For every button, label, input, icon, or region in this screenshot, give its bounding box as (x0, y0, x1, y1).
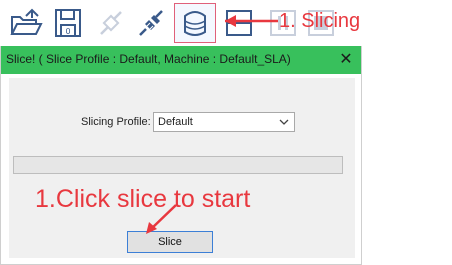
dialog-titlebar[interactable]: Slice! ( Slice Profile : Default, Machin… (1, 46, 361, 74)
dialog-title: Slice! ( Slice Profile : Default, Machin… (6, 52, 291, 66)
open-folder-icon[interactable] (6, 4, 46, 42)
connect-plug-icon[interactable] (131, 4, 171, 42)
preview-icon[interactable] (219, 4, 259, 42)
slice-dialog: Slice! ( Slice Profile : Default, Machin… (0, 46, 362, 265)
slice-layers-icon[interactable] (174, 3, 216, 43)
svg-text:0: 0 (65, 27, 70, 36)
chevron-down-icon (279, 119, 289, 125)
slicing-profile-label: Slicing Profile: (81, 116, 151, 128)
slicing-profile-value: Default (158, 116, 193, 128)
close-icon[interactable]: ✕ (335, 49, 357, 71)
slice-progress-bar (13, 156, 343, 174)
toolbar: 0 1. Slicing (0, 0, 452, 46)
save-disk-icon[interactable]: 0 (48, 4, 88, 42)
slicing-profile-select[interactable]: Default (153, 112, 295, 132)
click-slice-annotation: 1.Click slice to start (35, 185, 251, 213)
slicing-annotation: 1. Slicing (279, 10, 361, 32)
dialog-body: Slicing Profile: Default 1.Click slice t… (9, 78, 355, 258)
disconnect-plug-icon[interactable] (91, 4, 131, 42)
slice-button[interactable]: Slice (127, 231, 213, 253)
